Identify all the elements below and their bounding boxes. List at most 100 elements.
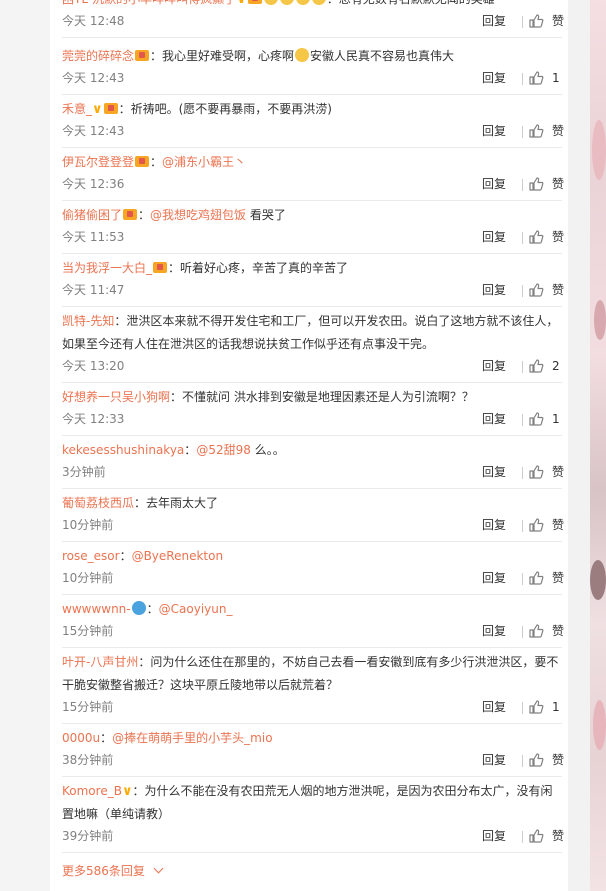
comment-item: 好想养一只吴小狗啊：不懂就问 洪水排到安徽是地理因素还是人为引流啊？？ 今天 12…	[62, 386, 562, 429]
vip-icon: ∨	[236, 0, 247, 7]
like-icon[interactable]	[528, 282, 544, 298]
like-count: 赞	[552, 571, 565, 585]
like-icon[interactable]	[528, 828, 544, 844]
reply-button[interactable]: 回复	[482, 121, 506, 141]
like-icon[interactable]	[528, 229, 544, 245]
comment-username[interactable]: 偷猪偷困了	[62, 208, 122, 222]
reply-button[interactable]: 回复	[482, 227, 506, 247]
comment-text: 叶开-八声甘州：问为什么还住在那里的，不妨自己去看一看安徽到底有多少行洪泄洪区，…	[62, 655, 559, 692]
emoji-icon	[311, 0, 326, 5]
comment-divider	[62, 594, 562, 595]
comment-meta: 10分钟前 回复 赞	[62, 515, 564, 535]
comment-text: wwwwwnn- ：@Caoyiyun_	[62, 601, 233, 616]
comment-item: kekesesshushinakya：@52甜98 么。。 3分钟前 回复 赞	[62, 439, 564, 482]
reply-button[interactable]: 回复	[482, 750, 506, 770]
like-icon[interactable]	[528, 517, 544, 533]
action-separator	[522, 520, 523, 532]
like-icon[interactable]	[528, 411, 544, 427]
comment-divider	[62, 147, 562, 148]
comment-time: 今天 12:43	[62, 124, 125, 138]
like-icon[interactable]	[528, 358, 544, 374]
like-count: 赞	[552, 753, 565, 767]
mention-link[interactable]: @浦东小霸王丶	[162, 155, 246, 169]
comment-divider	[62, 306, 562, 307]
comment-username[interactable]: kekesesshushinakya	[62, 443, 184, 457]
reply-button[interactable]: 回复	[482, 174, 506, 194]
like-icon[interactable]	[528, 570, 544, 586]
mention-link[interactable]: @Caoyiyun_	[159, 602, 233, 616]
mention-link[interactable]: @ByeRenekton	[132, 549, 224, 563]
like-icon[interactable]	[528, 123, 544, 139]
reply-button[interactable]: 回复	[482, 568, 506, 588]
action-separator	[522, 73, 523, 85]
comment-username[interactable]: Komore_B	[62, 784, 122, 798]
comment-username[interactable]: 当为我浮一大白_	[62, 261, 152, 275]
action-separator	[522, 831, 523, 843]
comment-meta: 今天 12:48 回复 赞	[62, 11, 565, 31]
action-separator	[522, 16, 523, 28]
reply-button[interactable]: 回复	[482, 697, 506, 717]
like-icon[interactable]	[528, 623, 544, 639]
comment-username[interactable]: wwwwwnn-	[62, 602, 131, 616]
comment-divider	[62, 723, 562, 724]
like-count: 赞	[552, 14, 565, 28]
comment-meta: 今天 12:43 回复 赞	[62, 121, 564, 141]
action-separator	[522, 232, 523, 244]
comment-username[interactable]: 好想养一只吴小狗啊	[62, 390, 170, 404]
comment-divider	[62, 200, 562, 201]
like-icon[interactable]	[528, 699, 544, 715]
reply-button[interactable]: 回复	[482, 356, 506, 376]
like-icon[interactable]	[528, 13, 544, 29]
like-icon[interactable]	[528, 176, 544, 192]
reply-button[interactable]: 回复	[482, 826, 506, 846]
comment-username[interactable]: 伊瓦尔登登登	[62, 155, 134, 169]
reply-button[interactable]: 回复	[482, 409, 506, 429]
comment-divider	[62, 852, 562, 853]
reply-button[interactable]: 回复	[482, 621, 506, 641]
reply-button[interactable]: 回复	[482, 462, 506, 482]
comment-text: 伊瓦尔登登登 ：@浦东小霸王丶	[62, 155, 247, 169]
like-icon[interactable]	[528, 70, 544, 86]
comment-time: 今天 13:20	[62, 359, 125, 373]
mention-link[interactable]: @52甜98	[196, 443, 251, 457]
comment-meta: 今天 12:36 回复 赞	[62, 174, 565, 194]
reply-button[interactable]: 回复	[482, 68, 506, 88]
comment-item: 葡萄荔枝西瓜：去年雨太大了 10分钟前 回复 赞	[62, 492, 564, 535]
more-replies-link[interactable]: 更多586条回复	[62, 862, 164, 879]
comment-text: 禾意_∨ ：祈祷吧。(愿不要再暴雨，不要再洪涝)	[62, 102, 332, 117]
comment-meta: 今天 13:20 回复 2	[62, 356, 562, 376]
fan-badge-icon	[153, 262, 168, 273]
reply-button[interactable]: 回复	[482, 280, 506, 300]
comment-username[interactable]: 禾意_	[62, 102, 92, 116]
comment-username[interactable]: 叶开-八声甘州	[62, 655, 138, 669]
comment-meta: 39分钟前 回复 赞	[62, 826, 564, 846]
emoji-icon	[279, 0, 294, 5]
comment-username[interactable]: 莞莞的碎碎念	[62, 49, 134, 63]
comment-divider	[62, 488, 562, 489]
comment-username[interactable]: 凯特-先知	[62, 314, 114, 328]
like-icon[interactable]	[528, 752, 544, 768]
action-separator	[522, 361, 523, 373]
comment-username[interactable]: 困TL-沉默的小羊咩咩叫得疯癫了	[62, 0, 236, 6]
comment-text: 当为我浮一大白_ ：听着好心疼，辛苦了真的辛苦了	[62, 261, 349, 275]
like-count: 赞	[552, 177, 565, 191]
comment-body: 祈祷吧。(愿不要再暴雨，不要再洪涝)	[130, 102, 332, 116]
comment-username[interactable]: rose_esor	[62, 549, 120, 563]
comment-username[interactable]: 葡萄荔枝西瓜	[62, 496, 134, 510]
emoji-icon	[263, 0, 278, 5]
comment-username[interactable]: 0000u	[62, 731, 100, 745]
comment-time: 3分钟前	[62, 465, 106, 479]
panel-gutter	[568, 0, 590, 891]
mention-link[interactable]: @捧在萌萌手里的小芋头_mio	[112, 731, 272, 745]
action-separator	[522, 755, 523, 767]
page-background-left	[0, 0, 50, 891]
reply-button[interactable]: 回复	[482, 11, 506, 31]
like-icon[interactable]	[528, 464, 544, 480]
reply-button[interactable]: 回复	[482, 515, 506, 535]
mention-link[interactable]: @我想吃鸡翅包饭	[150, 208, 246, 222]
action-separator	[522, 126, 523, 138]
comment-divider	[62, 541, 562, 542]
comment-text: 困TL-沉默的小羊咩咩叫得疯癫了∨：总有无数有名默默无闻的英雄	[62, 0, 562, 11]
comment-text: kekesesshushinakya：@52甜98 么。。	[62, 443, 285, 457]
comment-body: 看哭了	[249, 208, 286, 222]
